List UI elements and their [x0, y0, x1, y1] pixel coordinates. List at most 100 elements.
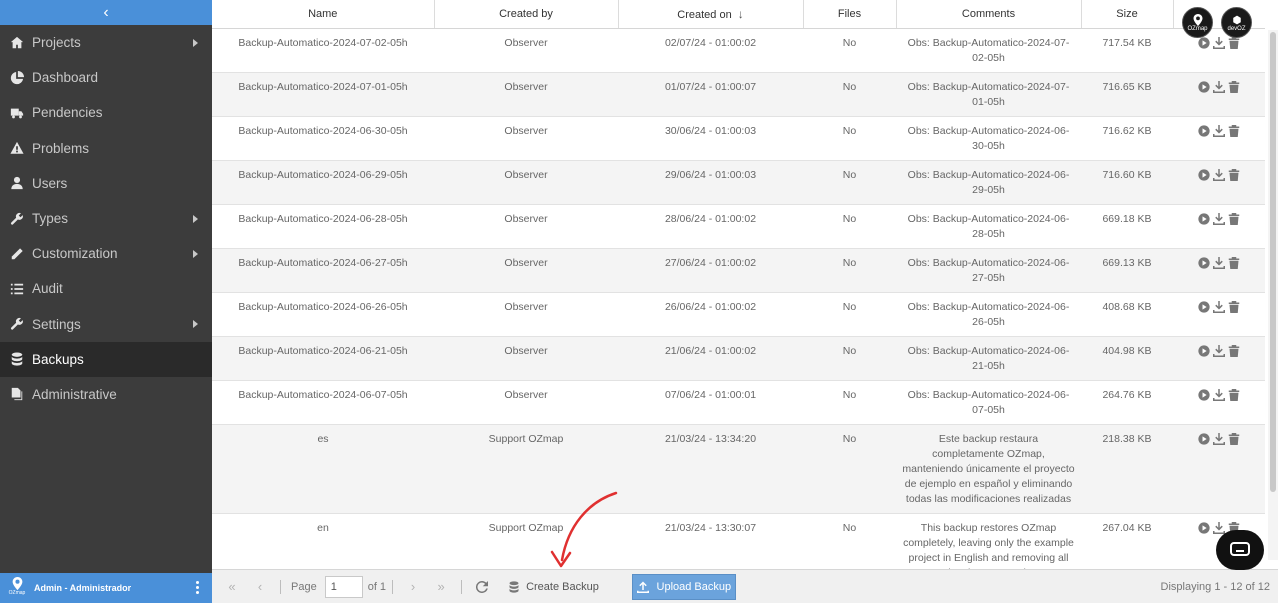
table-row[interactable]: Backup-Automatico-2024-06-28-05h Observer… — [212, 204, 1265, 249]
first-page-icon[interactable]: « — [218, 573, 246, 601]
copy-icon — [9, 386, 25, 402]
user-menu-kebab-icon[interactable] — [196, 581, 200, 594]
cell-created-on: 02/07/24 - 01:00:02 — [618, 28, 803, 73]
cell-name: Backup-Automatico-2024-06-28-05h — [212, 204, 434, 249]
cell-actions — [1173, 160, 1265, 205]
table-row[interactable]: Backup-Automatico-2024-06-07-05h Observer… — [212, 380, 1265, 425]
column-header-created-by[interactable]: Created by — [434, 0, 619, 29]
table-row[interactable]: Backup-Automatico-2024-06-29-05h Observer… — [212, 160, 1265, 205]
last-page-icon[interactable]: » — [427, 573, 455, 601]
trash-icon[interactable] — [1228, 433, 1241, 446]
download-icon[interactable] — [1213, 213, 1226, 226]
upload-backup-button[interactable]: Upload Backup — [631, 573, 736, 600]
caret-right-icon — [193, 214, 198, 223]
table-scrollbar[interactable] — [1268, 30, 1278, 560]
sidebar-item-problems[interactable]: Problems — [0, 131, 212, 166]
wrench-icon — [9, 316, 25, 332]
sidebar-item-audit[interactable]: Audit — [0, 271, 212, 306]
download-icon[interactable] — [1213, 37, 1226, 50]
restore-icon[interactable] — [1198, 81, 1211, 94]
ozmap-app-logo[interactable]: OZmap — [1182, 7, 1213, 38]
sidebar-item-dashboard[interactable]: Dashboard — [0, 60, 212, 95]
cell-created-on: 21/06/24 - 01:00:02 — [618, 336, 803, 381]
table-row[interactable]: Backup-Automatico-2024-06-27-05h Observer… — [212, 248, 1265, 293]
column-header-name[interactable]: Name — [212, 0, 435, 29]
restore-icon[interactable] — [1198, 345, 1211, 358]
download-icon[interactable] — [1213, 169, 1226, 182]
sidebar-item-customization[interactable]: Customization — [0, 236, 212, 271]
table-row[interactable]: en Support OZmap 21/03/24 - 13:30:07 No This… — [212, 513, 1265, 569]
refresh-icon[interactable] — [468, 573, 496, 601]
truck-clock-icon — [9, 105, 25, 121]
restore-icon[interactable] — [1198, 522, 1211, 535]
devoz-app-logo[interactable]: devOZ — [1221, 7, 1252, 38]
sidebar-item-types[interactable]: Types — [0, 201, 212, 236]
download-icon[interactable] — [1213, 125, 1226, 138]
chat-widget-button[interactable] — [1216, 530, 1264, 570]
restore-icon[interactable] — [1198, 257, 1211, 270]
restore-icon[interactable] — [1198, 213, 1211, 226]
cell-files: No — [803, 513, 896, 569]
download-icon[interactable] — [1213, 389, 1226, 402]
sidebar-item-backups[interactable]: Backups — [0, 341, 212, 377]
trash-icon[interactable] — [1228, 389, 1241, 402]
column-header-files[interactable]: Files — [803, 0, 897, 29]
sidebar-item-label: Problems — [32, 140, 90, 156]
cell-created-by: Support OZmap — [434, 513, 618, 569]
table-row[interactable]: es Support OZmap 21/03/24 - 13:34:20 No Este… — [212, 424, 1265, 514]
download-icon[interactable] — [1213, 433, 1226, 446]
user-bar[interactable]: OZmap Admin - Administrador — [0, 573, 212, 603]
table-row[interactable]: Backup-Automatico-2024-07-02-05h Observer… — [212, 28, 1265, 73]
next-page-icon[interactable]: › — [399, 573, 427, 601]
backups-table-container: Name Created by Created on ↓ Files Comments Si… — [212, 0, 1278, 569]
cell-files: No — [803, 248, 896, 293]
cell-created-on: 01/07/24 - 01:00:07 — [618, 72, 803, 117]
column-header-created-on[interactable]: Created on ↓ — [618, 0, 804, 29]
download-icon[interactable] — [1213, 81, 1226, 94]
download-icon[interactable] — [1213, 301, 1226, 314]
sidebar-item-projects[interactable]: Projects — [0, 25, 212, 60]
download-icon[interactable] — [1213, 345, 1226, 358]
sidebar-item-users[interactable]: Users — [0, 166, 212, 201]
sidebar-item-settings[interactable]: Settings — [0, 307, 212, 342]
cell-actions — [1173, 28, 1265, 73]
restore-icon[interactable] — [1198, 301, 1211, 314]
restore-icon[interactable] — [1198, 389, 1211, 402]
table-body: Backup-Automatico-2024-07-02-05h Observer… — [212, 28, 1265, 569]
sidebar-item-administrative[interactable]: Administrative — [0, 377, 212, 412]
sidebar-item-pendencies[interactable]: Pendencies — [0, 95, 212, 130]
column-header-comments[interactable]: Comments — [896, 0, 1082, 29]
restore-icon[interactable] — [1198, 169, 1211, 182]
trash-icon[interactable] — [1228, 37, 1241, 50]
trash-icon[interactable] — [1228, 169, 1241, 182]
prev-page-icon[interactable]: ‹ — [246, 573, 274, 601]
cell-actions — [1173, 248, 1265, 293]
sidebar-collapse-button[interactable]: ‹ — [0, 0, 212, 25]
restore-icon[interactable] — [1198, 37, 1211, 50]
page-label: Page — [291, 580, 317, 593]
cell-created-by: Observer — [434, 336, 618, 381]
column-header-size[interactable]: Size — [1081, 0, 1174, 29]
table-row[interactable]: Backup-Automatico-2024-06-26-05h Observer… — [212, 292, 1265, 337]
scrollbar-thumb[interactable] — [1270, 32, 1276, 492]
restore-icon[interactable] — [1198, 125, 1211, 138]
trash-icon[interactable] — [1228, 257, 1241, 270]
cell-created-by: Observer — [434, 380, 618, 425]
cell-name: Backup-Automatico-2024-06-07-05h — [212, 380, 434, 425]
trash-icon[interactable] — [1228, 125, 1241, 138]
download-icon[interactable] — [1213, 257, 1226, 270]
page-number-input[interactable] — [324, 575, 363, 598]
table-row[interactable]: Backup-Automatico-2024-06-21-05h Observer… — [212, 336, 1265, 381]
sort-desc-icon: ↓ — [737, 6, 744, 21]
download-icon[interactable] — [1213, 522, 1226, 535]
table-row[interactable]: Backup-Automatico-2024-06-30-05h Observer… — [212, 116, 1265, 161]
trash-icon[interactable] — [1228, 81, 1241, 94]
table-row[interactable]: Backup-Automatico-2024-07-01-05h Observer… — [212, 72, 1265, 117]
restore-icon[interactable] — [1198, 433, 1211, 446]
ozmap-logo: OZmap — [8, 577, 26, 599]
trash-icon[interactable] — [1228, 301, 1241, 314]
create-backup-button[interactable]: Create Backup — [508, 581, 599, 593]
sidebar-item-label: Settings — [32, 316, 81, 332]
trash-icon[interactable] — [1228, 345, 1241, 358]
trash-icon[interactable] — [1228, 213, 1241, 226]
